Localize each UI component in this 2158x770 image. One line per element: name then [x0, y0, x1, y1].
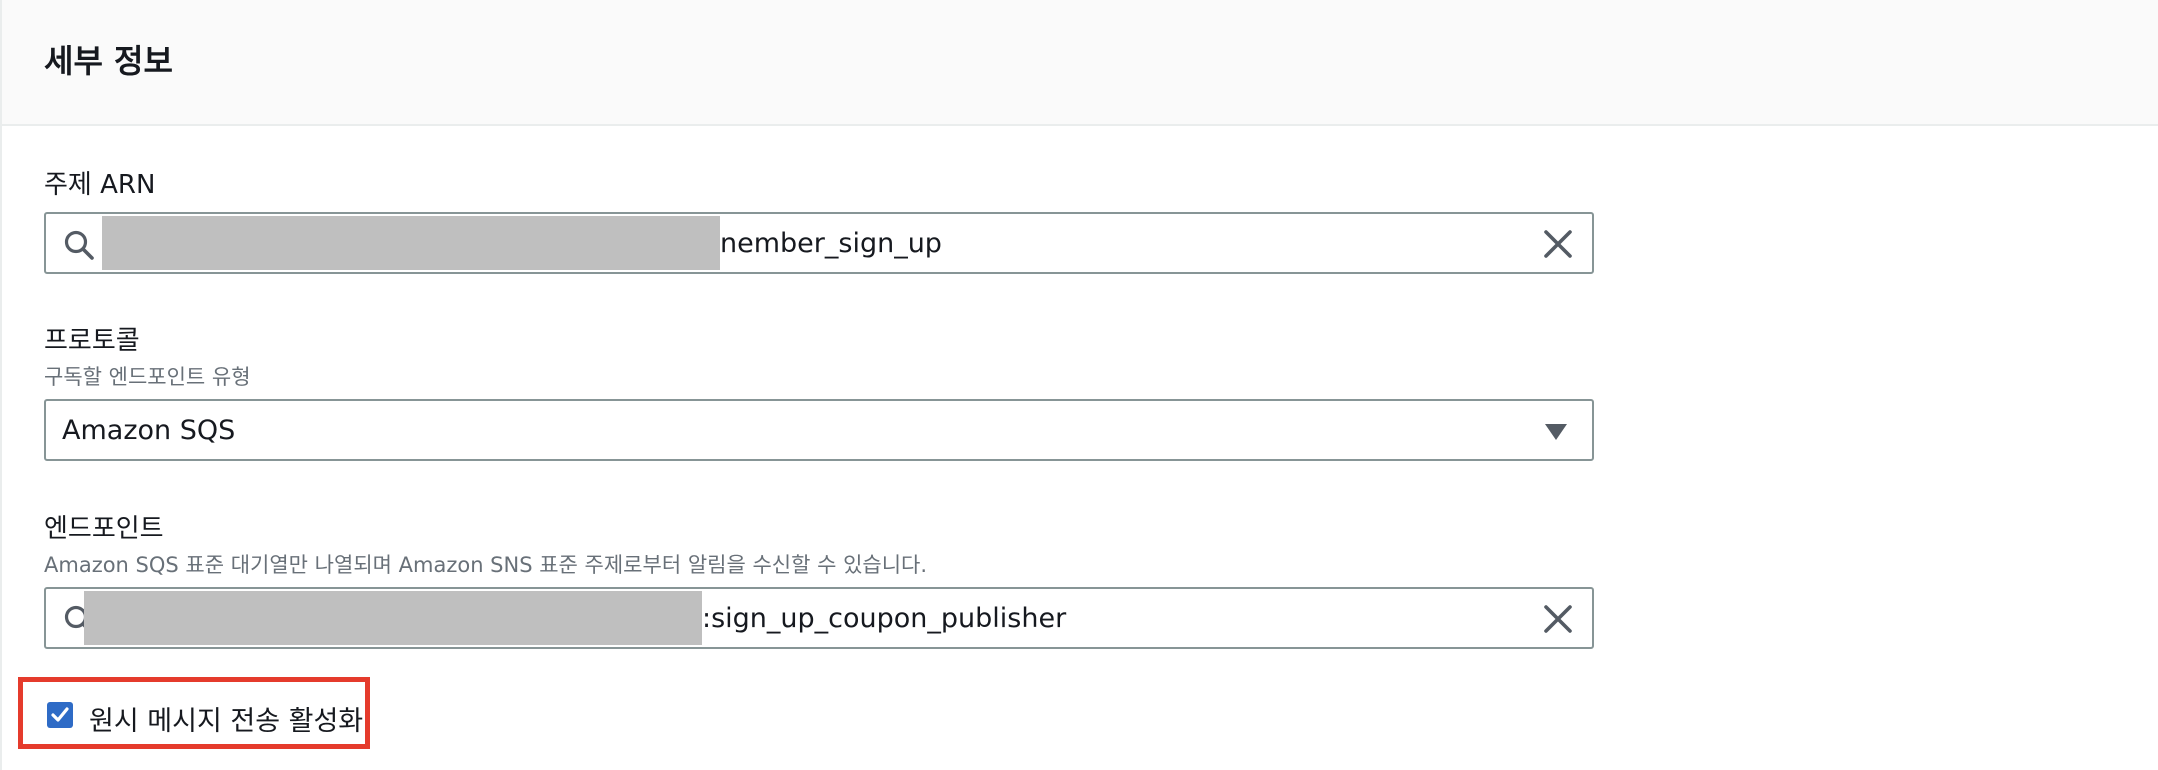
panel-title: 세부 정보 — [44, 42, 173, 80]
panel-header: 세부 정보 — [2, 0, 2158, 126]
raw-message-delivery-checkbox[interactable] — [47, 702, 73, 728]
protocol-select[interactable]: Amazon SQS — [44, 399, 1594, 461]
protocol-description: 구독할 엔드포인트 유형 — [44, 365, 251, 389]
raw-message-delivery-label[interactable]: 원시 메시지 전송 활성화 — [89, 699, 363, 738]
raw-message-delivery-highlight: 원시 메시지 전송 활성화 — [18, 677, 370, 749]
endpoint-input[interactable]: :sign_up_coupon_publisher — [44, 587, 1594, 649]
caret-down-icon — [1545, 424, 1567, 440]
details-panel: 세부 정보 주제 ARN nember_sign_up 프로토콜 구독할 엔드포… — [0, 0, 2158, 770]
close-icon[interactable] — [1542, 228, 1574, 260]
endpoint-value: :sign_up_coupon_publisher — [702, 603, 1067, 634]
endpoint-label: 엔드포인트 — [44, 514, 164, 544]
topic-arn-input[interactable]: nember_sign_up — [44, 212, 1594, 274]
topic-arn-value: nember_sign_up — [720, 228, 942, 259]
redacted-value — [84, 591, 702, 645]
endpoint-description: Amazon SQS 표준 대기열만 나열되며 Amazon SNS 표준 주제… — [44, 553, 928, 577]
redacted-value — [102, 216, 720, 270]
checkmark-icon — [51, 707, 69, 722]
close-icon[interactable] — [1542, 603, 1574, 635]
protocol-label: 프로토콜 — [44, 326, 140, 356]
search-icon — [64, 230, 94, 260]
protocol-selected-value: Amazon SQS — [62, 415, 236, 446]
topic-arn-label: 주제 ARN — [44, 170, 156, 200]
